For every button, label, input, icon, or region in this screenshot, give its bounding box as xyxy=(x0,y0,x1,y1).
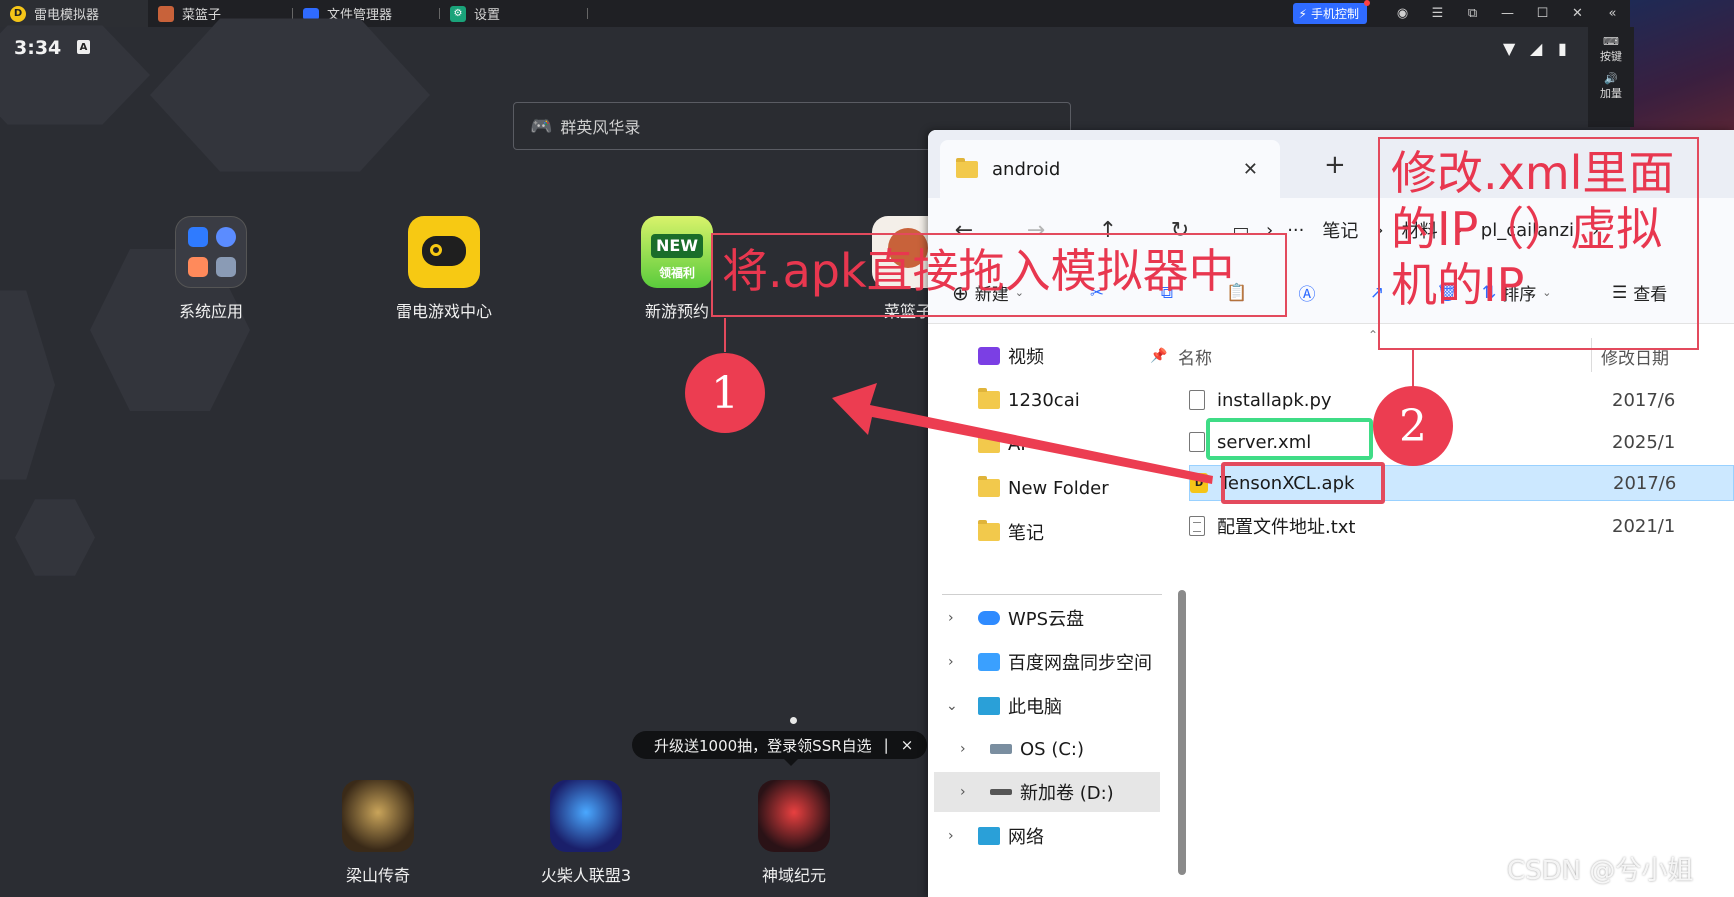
annotation-connectors xyxy=(724,318,1414,484)
highlight-apk-file xyxy=(1221,462,1385,504)
step-number-1: 1 xyxy=(685,353,765,433)
highlight-server-xml xyxy=(1206,418,1373,460)
csdn-watermark: CSDN @兮小姐 xyxy=(1507,856,1694,886)
drag-arrow-icon xyxy=(832,383,1213,484)
step-number-2: 2 xyxy=(1373,386,1453,466)
